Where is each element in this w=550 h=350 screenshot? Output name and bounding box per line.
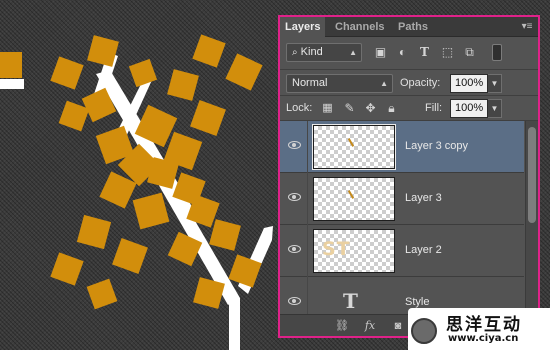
eye-icon[interactable] (288, 141, 301, 149)
layer-list-scrollbar[interactable] (525, 121, 538, 315)
shape-filter-icon[interactable]: ⬚ (440, 45, 455, 60)
visibility-cell[interactable] (280, 173, 308, 225)
filter-toggle-switch[interactable] (492, 44, 502, 61)
panel-tab-bar: Layers Channels Paths ▾≡ (280, 17, 538, 37)
layer-row-layer-3[interactable]: Layer 3 (280, 173, 524, 225)
eye-icon[interactable] (288, 245, 301, 253)
visibility-cell[interactable] (280, 277, 308, 315)
lock-transparent-icon[interactable]: ▦ (320, 101, 335, 116)
lock-position-icon[interactable]: ✥ (363, 101, 378, 116)
updown-caret-icon: ▲ (349, 48, 357, 57)
lock-label: Lock: (286, 102, 313, 114)
layer-row-layer-2[interactable]: ST Layer 2 (280, 225, 524, 277)
gold-tile-shapes (0, 34, 263, 310)
fill-dropdown-button[interactable]: ▼ (488, 99, 502, 118)
thumbnail-text: ST (322, 238, 351, 260)
visibility-cell[interactable] (280, 225, 308, 277)
tab-layers[interactable]: Layers (280, 17, 326, 37)
type-layer-icon: T (343, 289, 358, 313)
layer-style-fx-icon[interactable]: fx (362, 319, 378, 333)
layers-panel: Layers Channels Paths ▾≡ ⌕ Kind ▲ ▣ ◐ T … (278, 15, 540, 338)
thumbnail-mark (347, 138, 355, 147)
watermark-logo-icon (411, 318, 437, 344)
filter-kind-dropdown[interactable]: ⌕ Kind ▲ (286, 43, 362, 62)
thumbnail-mark (347, 190, 355, 199)
visibility-cell[interactable] (280, 121, 308, 173)
smart-object-filter-icon[interactable]: ⧉ (462, 45, 477, 60)
watermark-url: www.ciya.cn (448, 333, 519, 344)
layer-thumbnail: ST (313, 229, 395, 273)
layer-name: Layer 3 (405, 192, 442, 204)
fill-field[interactable]: 100% (450, 99, 488, 118)
eye-icon[interactable] (288, 193, 301, 201)
layer-name: Style (405, 296, 430, 308)
lock-all-icon[interactable]: 🔒︎ (384, 101, 399, 116)
fill-label: Fill: (425, 102, 443, 114)
add-mask-icon[interactable]: ◙ (390, 319, 406, 333)
pixel-filter-icon[interactable]: ▣ (373, 45, 388, 60)
lock-row: Lock: ▦ ✎ ✥ 🔒︎ Fill: 100% ▼ (280, 96, 538, 121)
layer-name: Layer 2 (405, 244, 442, 256)
layer-list: Layer 3 copy Layer 3 ST Layer 2 T Style (280, 121, 524, 315)
layer-name: Layer 3 copy (405, 140, 468, 152)
blend-mode-value: Normal (292, 77, 328, 89)
opacity-field[interactable]: 100% (450, 74, 488, 93)
type-filter-icon[interactable]: T (417, 45, 432, 60)
lock-brush-icon[interactable]: ✎ (342, 101, 357, 116)
adjustment-filter-icon[interactable]: ◐ (395, 45, 410, 60)
watermark-title: 思洋互动 (446, 315, 522, 335)
tab-channels[interactable]: Channels (330, 17, 390, 37)
opacity-label: Opacity: (400, 77, 441, 89)
blend-mode-dropdown[interactable]: Normal ▲ (286, 74, 393, 93)
scrollbar-thumb[interactable] (528, 127, 536, 223)
layer-thumbnail (312, 124, 396, 170)
layer-row-layer-3-copy[interactable]: Layer 3 copy (280, 121, 524, 173)
layer-thumbnail (313, 177, 395, 221)
filter-row: ⌕ Kind ▲ ▣ ◐ T ⬚ ⧉ (280, 37, 538, 69)
blend-row: Normal ▲ Opacity: 100% ▼ (280, 70, 538, 95)
watermark: 思洋互动 www.ciya.cn (408, 308, 550, 350)
updown-caret-icon: ▲ (380, 79, 388, 88)
panel-menu-icon[interactable]: ▾≡ (520, 20, 534, 33)
eye-icon[interactable] (288, 297, 301, 305)
link-layers-icon[interactable]: ⛓ (334, 319, 350, 333)
tab-paths[interactable]: Paths (393, 17, 433, 37)
opacity-dropdown-button[interactable]: ▼ (488, 74, 502, 93)
filter-kind-value: Kind (300, 46, 323, 58)
search-icon: ⌕ (292, 47, 298, 58)
